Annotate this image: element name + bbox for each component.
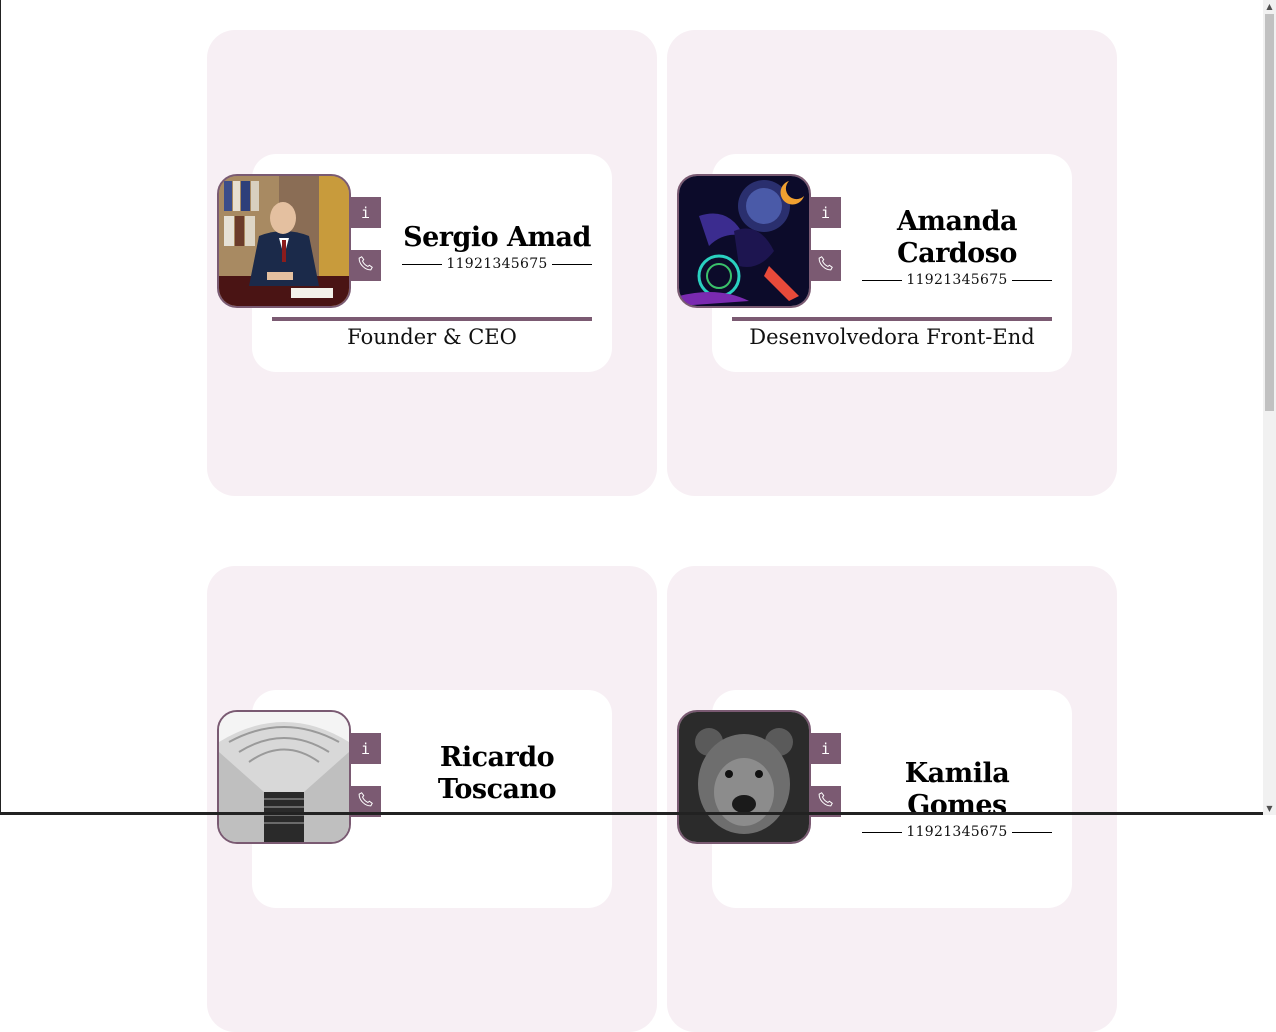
phone-icon	[817, 791, 834, 812]
divider	[551, 263, 592, 265]
info-button[interactable]: i	[810, 197, 841, 228]
profile-name: Sergio Amad	[403, 222, 591, 253]
phone-icon	[357, 791, 374, 812]
profile-name-line-1: Amanda	[896, 206, 1018, 237]
info-button[interactable]: i	[350, 733, 381, 764]
profile-phone-line: 11921345675	[857, 272, 1057, 288]
phone-icon	[817, 255, 834, 276]
profile-card-amanda: i Amanda Cardoso 11921345675 Desenvolved…	[667, 30, 1117, 496]
info-icon: i	[360, 203, 371, 222]
divider	[862, 831, 903, 833]
profile-info: Ricardo Toscano	[397, 742, 597, 806]
divider	[1011, 831, 1052, 833]
info-icon: i	[360, 739, 371, 758]
profile-phone: 11921345675	[906, 824, 1008, 840]
profile-info: Sergio Amad 11921345675	[397, 222, 597, 272]
info-icon: i	[820, 739, 831, 758]
divider	[402, 263, 443, 265]
profile-role: Founder & CEO	[347, 325, 517, 349]
profile-name-line-1: Ricardo	[439, 742, 555, 773]
role-divider	[732, 317, 1052, 321]
profile-name-line-2: Toscano	[437, 774, 557, 805]
scroll-up-arrow-icon[interactable]: ▲	[1263, 0, 1276, 13]
profile-photo	[217, 710, 351, 844]
profile-role: Desenvolvedora Front-End	[749, 325, 1035, 349]
profile-name-line-2: Cardoso	[897, 238, 1017, 269]
profile-phone-line: 11921345675	[397, 256, 597, 272]
profile-phone: 11921345675	[446, 256, 548, 272]
phone-button[interactable]	[810, 250, 841, 281]
profile-photo	[677, 710, 811, 844]
vertical-scrollbar[interactable]: ▲ ▼	[1263, 0, 1276, 815]
profile-phone: 11921345675	[906, 272, 1008, 288]
divider	[862, 279, 903, 281]
info-icon: i	[820, 203, 831, 222]
profile-info: Kamila Gomes 11921345675	[857, 758, 1057, 840]
profile-card-ricardo: i Ricardo Toscano	[207, 566, 657, 1032]
profile-photo	[217, 174, 351, 308]
profile-card-kamila: i Kamila Gomes 11921345675	[667, 566, 1117, 1032]
scroll-down-arrow-icon[interactable]: ▼	[1263, 802, 1276, 815]
profile-photo	[677, 174, 811, 308]
profile-info: Amanda Cardoso 11921345675	[857, 206, 1057, 288]
info-button[interactable]: i	[350, 197, 381, 228]
scrollbar-thumb[interactable]	[1265, 14, 1274, 411]
profile-card-sergio: i Sergio Amad 11921345675 Founder & CEO	[207, 30, 657, 496]
profile-phone-line: 11921345675	[857, 824, 1057, 840]
info-button[interactable]: i	[810, 733, 841, 764]
role-divider	[272, 317, 592, 321]
phone-button[interactable]	[350, 250, 381, 281]
phone-icon	[357, 255, 374, 276]
divider	[1011, 279, 1052, 281]
window-left-border	[0, 0, 1, 815]
